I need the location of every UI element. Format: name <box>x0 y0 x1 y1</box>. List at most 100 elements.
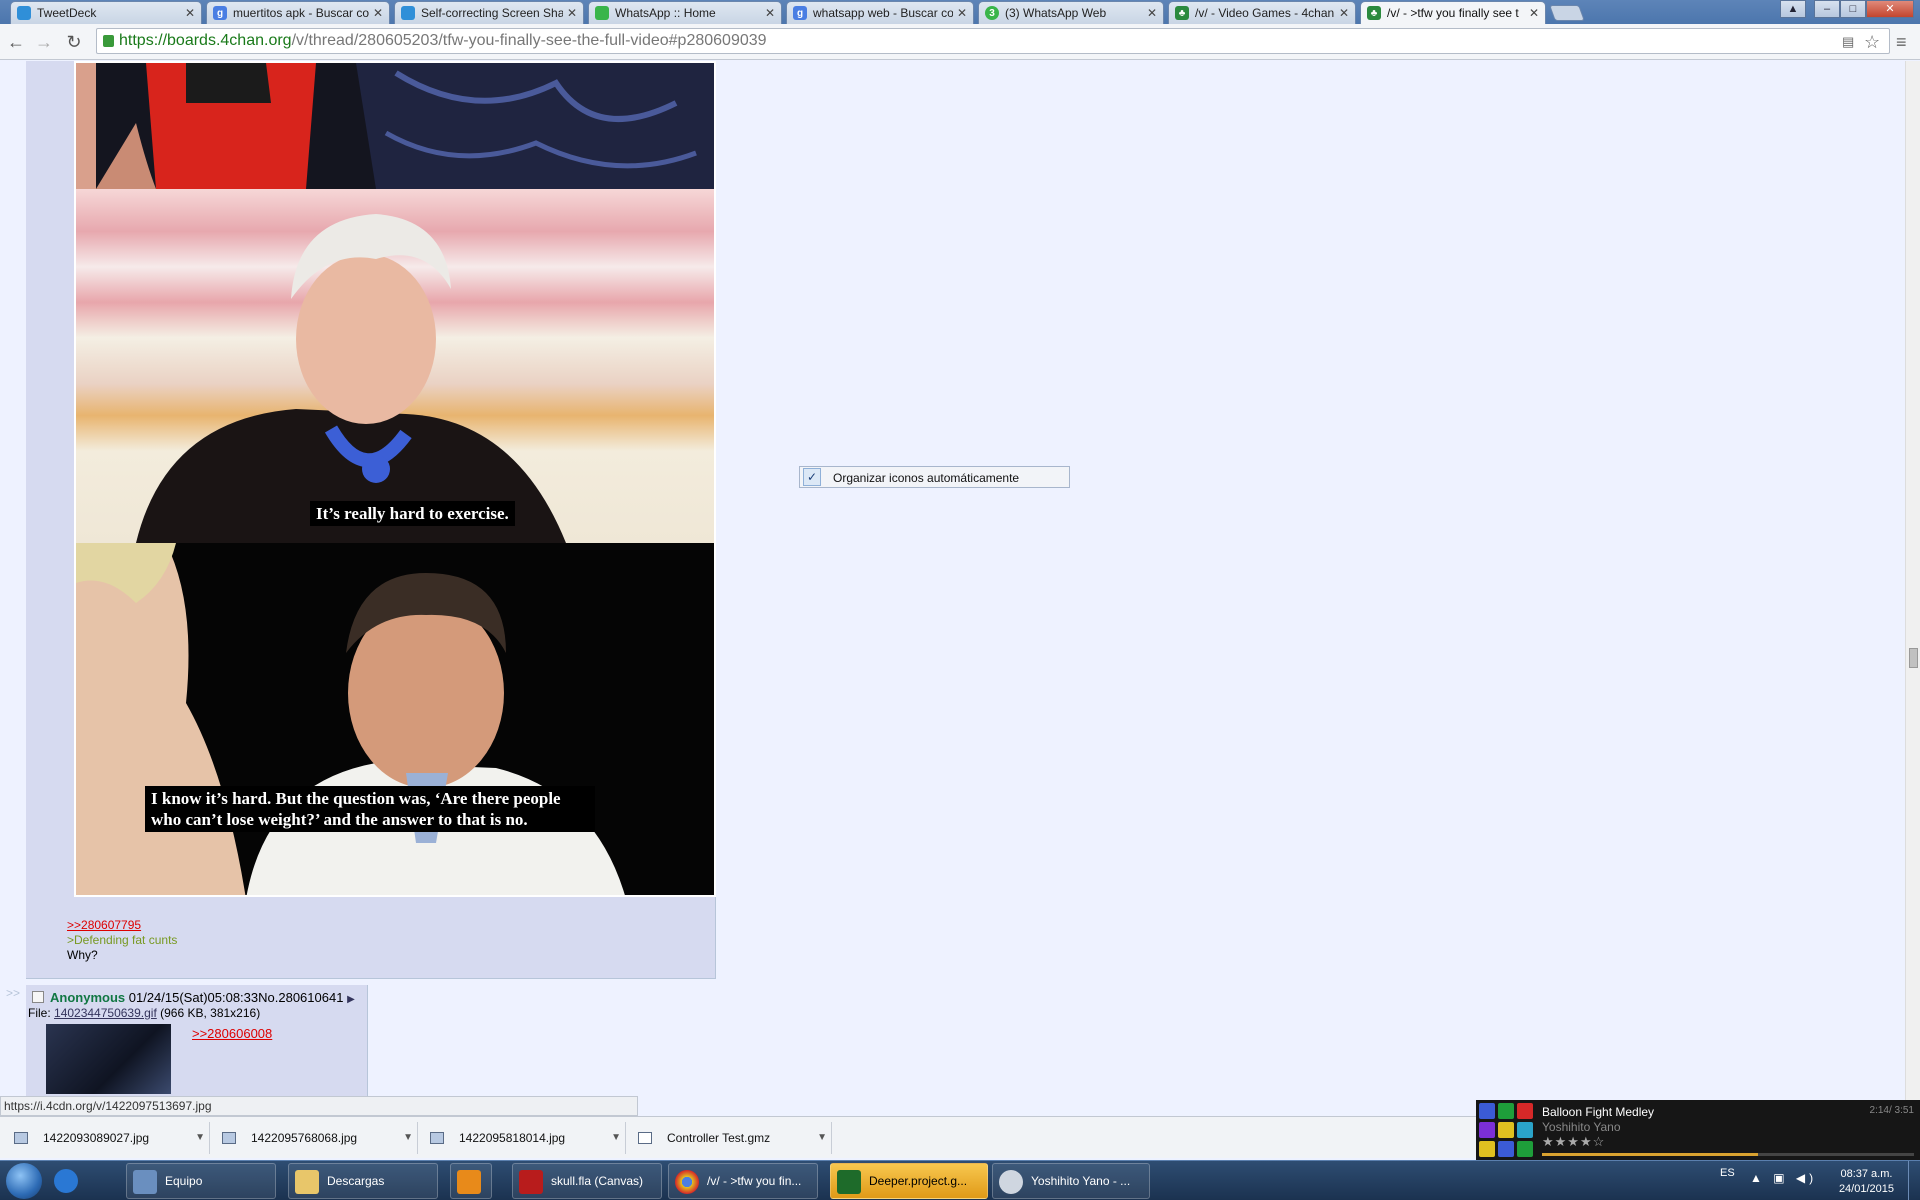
taskbar-app-media-player[interactable] <box>450 1163 492 1199</box>
scrollbar-thumb[interactable] <box>1909 648 1918 668</box>
twitter-icon <box>17 6 31 20</box>
maximize-button[interactable]: □ <box>1840 0 1866 18</box>
tab-label: muertitos apk - Buscar co <box>233 6 369 20</box>
tab-tweetdeck[interactable]: TweetDeck ✕ <box>10 1 202 24</box>
subtitle-line-1: I know it’s hard. But the question was, … <box>151 789 561 808</box>
close-icon[interactable]: ✕ <box>1147 6 1157 20</box>
close-icon[interactable]: ✕ <box>1339 6 1349 20</box>
checkmark-icon: ✓ <box>803 468 821 486</box>
reload-icon[interactable]: ↻ <box>62 30 86 54</box>
close-icon[interactable]: ✕ <box>765 6 775 20</box>
album-art-grid <box>1476 1100 1533 1160</box>
show-desktop-button[interactable] <box>1908 1161 1920 1200</box>
image-file-icon <box>222 1132 236 1144</box>
google-icon: g <box>213 6 227 20</box>
taskbar-app-flash[interactable]: skull.fla (Canvas) <box>512 1163 662 1199</box>
download-item[interactable]: 1422095768068.jpg ▼ <box>212 1122 418 1154</box>
file-info: File: 1402344750639.gif (966 KB, 381x216… <box>28 1006 260 1020</box>
page-content: It’s really hard to exercise. I know it’… <box>0 61 1905 1100</box>
user-icon[interactable]: ▲ <box>1780 0 1806 18</box>
taskbar-app-label: /v/ - >tfw you fin... <box>707 1174 802 1188</box>
tab-whatsapp-search[interactable]: g whatsapp web - Buscar co ✕ <box>786 1 974 24</box>
tab-4chan-v[interactable]: ♣ /v/ - Video Games - 4chan ✕ <box>1168 1 1356 24</box>
close-icon[interactable]: ✕ <box>1529 6 1539 20</box>
start-button[interactable] <box>6 1163 42 1199</box>
forward-arrow-icon[interactable]: → <box>32 30 56 54</box>
post-image[interactable]: It’s really hard to exercise. I know it’… <box>74 61 716 897</box>
subtitle-caption: It’s really hard to exercise. <box>310 501 515 526</box>
url-scheme: https:// <box>119 32 168 49</box>
taskbar-app-label: Descargas <box>327 1174 385 1188</box>
tab-self-correcting[interactable]: Self-correcting Screen Sha ✕ <box>394 1 584 24</box>
url-path: /v/thread/280605203/tfw-you-finally-see-… <box>291 32 767 49</box>
tab-google-search[interactable]: g muertitos apk - Buscar co ✕ <box>206 1 390 24</box>
tab-4chan-thread[interactable]: ♣ /v/ - >tfw you finally see t ✕ <box>1360 1 1546 24</box>
play-icon <box>457 1170 481 1194</box>
lock-icon <box>103 35 114 47</box>
tab-label: Self-correcting Screen Sha <box>421 6 563 20</box>
image-file-icon <box>14 1132 28 1144</box>
bookmark-star-icon[interactable]: ☆ <box>1864 32 1880 53</box>
language-indicator[interactable]: ES <box>1720 1167 1735 1179</box>
chevron-down-icon[interactable]: ▼ <box>403 1122 413 1154</box>
tab-label: /v/ - Video Games - 4chan <box>1195 6 1335 20</box>
post-comment: Why? <box>67 948 98 962</box>
chevron-down-icon[interactable]: ▼ <box>817 1122 827 1154</box>
chevron-down-icon[interactable]: ▼ <box>611 1122 621 1154</box>
taskbar-app-label: skull.fla (Canvas) <box>551 1174 644 1188</box>
rating-stars[interactable]: ★★★★☆ <box>1542 1134 1605 1150</box>
translate-icon[interactable]: ▤ <box>1842 34 1854 50</box>
subtitle-line-2: who can’t lose weight?’ and the answer t… <box>151 810 528 829</box>
address-bar[interactable]: https://boards.4chan.org/v/thread/280605… <box>96 28 1890 54</box>
close-icon[interactable]: ✕ <box>957 6 967 20</box>
close-icon[interactable]: ✕ <box>373 6 383 20</box>
subtitle-caption: I know it’s hard. But the question was, … <box>145 786 595 832</box>
tab-label: whatsapp web - Buscar co <box>813 6 953 20</box>
tab-strip: TweetDeck ✕ g muertitos apk - Buscar co … <box>0 0 1920 24</box>
twitter-icon <box>401 6 415 20</box>
post-select-checkbox[interactable] <box>32 991 44 1003</box>
context-menu: ✓ Organizar iconos automáticamente <box>799 466 1070 488</box>
track-progress-bar[interactable] <box>1542 1153 1914 1156</box>
taskbar-app-descargas[interactable]: Descargas <box>288 1163 438 1199</box>
download-filename: Controller Test.gmz <box>667 1131 771 1145</box>
context-menu-item-auto-arrange[interactable]: Organizar iconos automáticamente <box>833 468 1019 488</box>
download-item[interactable]: 1422093089027.jpg ▼ <box>4 1122 210 1154</box>
taskbar-app-music[interactable]: Yoshihito Yano - ... <box>992 1163 1150 1199</box>
taskbar-app-game-maker[interactable]: Deeper.project.g... <box>830 1163 988 1199</box>
close-window-button[interactable]: ✕ <box>1866 0 1914 18</box>
poster-name: Anonymous <box>50 990 126 1005</box>
tab-whatsapp-home[interactable]: WhatsApp :: Home ✕ <box>588 1 782 24</box>
reply-post: Anonymous 01/24/15(Sat)05:08:33No.280610… <box>26 985 368 1100</box>
vertical-scrollbar[interactable] <box>1905 61 1920 1100</box>
taskbar-app-label: Equipo <box>165 1174 203 1188</box>
menu-icon[interactable]: ≡ <box>1896 32 1907 53</box>
internet-explorer-icon[interactable] <box>48 1163 84 1199</box>
downloads-bar: 1422093089027.jpg ▼ 1422095768068.jpg ▼ … <box>0 1116 1476 1158</box>
download-item[interactable]: 1422095818014.jpg ▼ <box>420 1122 626 1154</box>
close-icon[interactable]: ✕ <box>567 6 577 20</box>
track-progress-fill <box>1542 1153 1758 1156</box>
back-arrow-icon[interactable]: ← <box>4 30 28 54</box>
quote-link[interactable]: >>280606008 <box>192 1026 272 1041</box>
chevron-down-icon[interactable]: ▼ <box>195 1122 205 1154</box>
track-artist: Yoshihito Yano <box>1542 1120 1621 1134</box>
file-thumbnail[interactable] <box>46 1024 171 1094</box>
post-menu-arrow-icon[interactable]: ▶ <box>347 994 355 1005</box>
file-link[interactable]: 1402344750639.gif <box>54 1006 157 1020</box>
tray-icons[interactable]: ▲ ▣ ◀) <box>1750 1171 1817 1185</box>
download-item[interactable]: Controller Test.gmz ▼ <box>628 1122 832 1154</box>
image-panel-woman: It’s really hard to exercise. <box>76 189 714 543</box>
computer-icon <box>133 1170 157 1194</box>
clock[interactable]: 08:37 a.m. 24/01/2015 <box>1839 1167 1894 1197</box>
taskbar-app-equipo[interactable]: Equipo <box>126 1163 276 1199</box>
whatsapp-icon: 3 <box>985 6 999 20</box>
url-host: boards.4chan.org <box>167 32 292 49</box>
tab-whatsapp-web[interactable]: 3 (3) WhatsApp Web ✕ <box>978 1 1164 24</box>
new-tab-button[interactable] <box>1549 5 1585 21</box>
close-icon[interactable]: ✕ <box>185 6 195 20</box>
taskbar-app-chrome[interactable]: /v/ - >tfw you fin... <box>668 1163 818 1199</box>
minimize-button[interactable]: – <box>1814 0 1840 18</box>
quote-link[interactable]: >>280607795 <box>67 918 141 932</box>
post-number[interactable]: No.280610641 <box>258 990 343 1005</box>
